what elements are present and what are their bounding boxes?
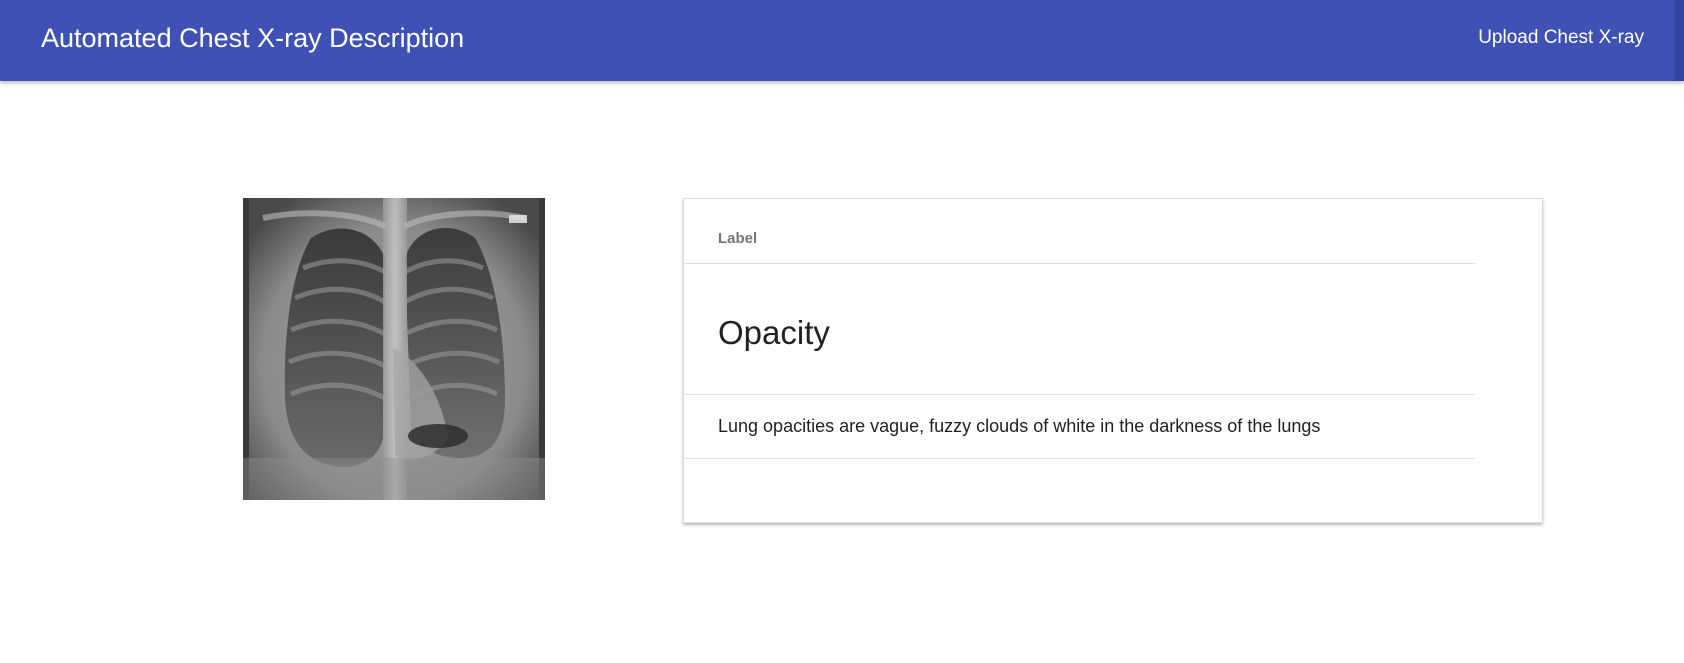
upload-chest-xray-link[interactable]: Upload Chest X-ray	[1478, 26, 1644, 50]
label-column-header: Label	[718, 230, 758, 247]
app-title: Automated Chest X-ray Description	[41, 23, 465, 53]
divider	[684, 458, 1475, 459]
xray-illustration	[243, 198, 545, 500]
result-card: Label Opacity Lung opacities are vague, …	[683, 198, 1543, 523]
predicted-label: Opacity	[718, 314, 830, 351]
app-bar: Automated Chest X-ray Description Upload…	[0, 0, 1684, 81]
chest-xray-image	[243, 198, 545, 500]
divider	[684, 394, 1475, 395]
label-description: Lung opacities are vague, fuzzy clouds o…	[718, 416, 1321, 436]
divider	[684, 263, 1475, 264]
scrollbar-edge	[1675, 0, 1684, 81]
